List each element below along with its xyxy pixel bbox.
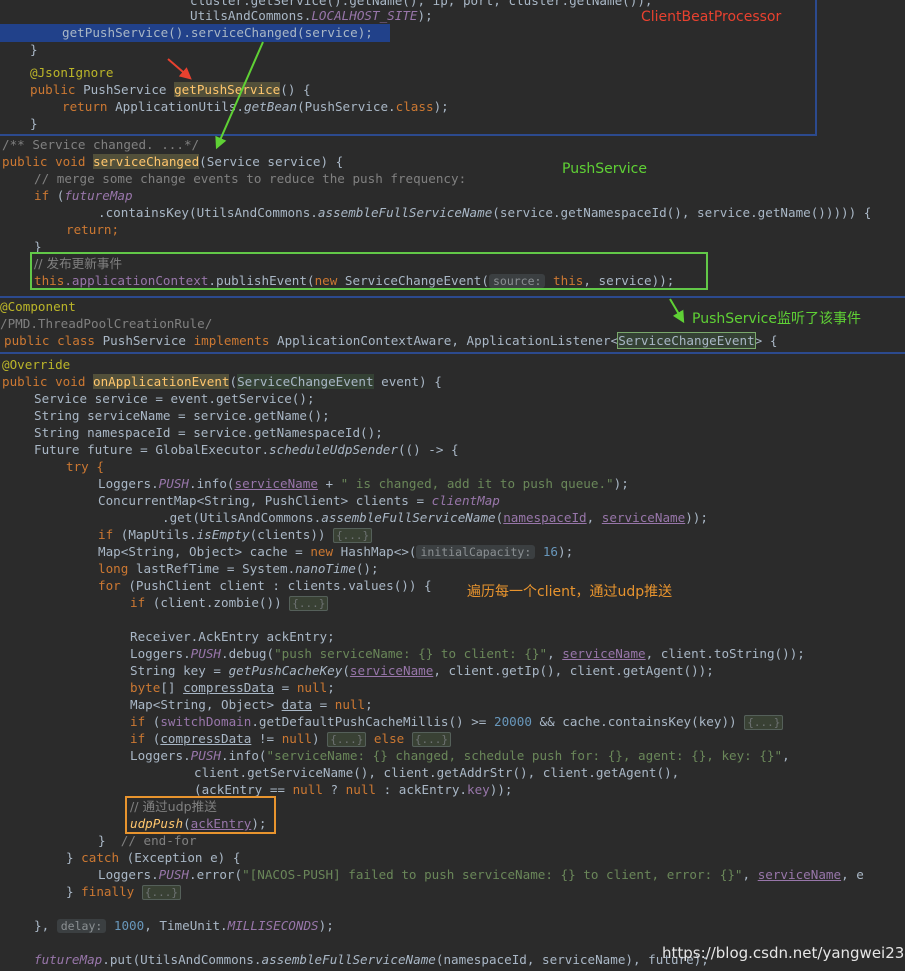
- code-comment: // 通过udp推送: [130, 799, 217, 814]
- push-service-class-panel: @Component /PMD.ThreadPoolCreationRule/ …: [0, 298, 905, 354]
- for-loop-line: for (PushClient client : clients.values(…: [98, 578, 432, 593]
- fold-marker[interactable]: {...}: [289, 596, 329, 611]
- annotation: @Component: [0, 299, 76, 314]
- class-declaration[interactable]: public class PushService implements Appl…: [4, 332, 777, 349]
- method-signature[interactable]: public PushService getPushService() {: [30, 81, 311, 98]
- udp-push-line[interactable]: udpPush(ackEntry);: [130, 815, 267, 832]
- code-line: } catch (Exception e) {: [66, 850, 241, 865]
- code-line: } // end-for: [98, 833, 197, 848]
- code-comment: // merge some change events to reduce th…: [34, 171, 467, 186]
- code-line: client.getServiceName(), client.getAddrS…: [194, 765, 680, 780]
- param-hint: delay:: [56, 919, 107, 933]
- code-line: if (MapUtils.isEmpty(clients)) {...}: [98, 526, 373, 543]
- push-service-changed-panel: /** Service changed. ...*/ public void s…: [0, 136, 905, 298]
- fold-marker[interactable]: {...}: [411, 732, 451, 747]
- code-line: String key = getPushCacheKey(serviceName…: [130, 663, 714, 678]
- code-line: .get(UtilsAndCommons.assembleFullService…: [162, 510, 708, 525]
- param-hint: source:: [488, 274, 546, 288]
- code-line: Loggers.PUSH.error("[NACOS-PUSH] failed …: [98, 867, 864, 882]
- code-line: byte[] compressData = null;: [130, 680, 335, 695]
- fold-marker[interactable]: {...}: [333, 528, 373, 543]
- code-line: if (compressData != null) {...} else {..…: [130, 730, 451, 747]
- code-line: if (client.zombie()) {...}: [130, 594, 329, 611]
- code-line: }: [30, 116, 38, 131]
- fold-marker[interactable]: {...}: [744, 715, 784, 730]
- publish-event-line[interactable]: this.applicationContext.publishEvent(new…: [34, 272, 674, 289]
- code-line: String namespaceId = service.getNamespac…: [34, 425, 383, 440]
- code-line: try {: [66, 459, 104, 474]
- client-beat-processor-panel: cluster.getService().getName(), ip, port…: [0, 0, 817, 136]
- client-beat-processor-label: ClientBeatProcessor: [641, 9, 782, 25]
- code-line: Future future = GlobalExecutor.scheduleU…: [34, 442, 459, 457]
- annotation: @Override: [2, 357, 71, 372]
- code-comment: /PMD.ThreadPoolCreationRule/: [0, 316, 213, 331]
- push-service-listener-label: PushService监听了该事件: [692, 311, 861, 327]
- param-hint: initialCapacity:: [416, 545, 536, 559]
- code-line: if (futureMap: [34, 188, 133, 203]
- code-line: Receiver.AckEntry ackEntry;: [130, 629, 335, 644]
- method-signature[interactable]: public void serviceChanged(Service servi…: [2, 153, 343, 170]
- push-service-label: PushService: [562, 161, 647, 177]
- code-line: return;: [66, 222, 120, 237]
- annotation: @JsonIgnore: [30, 65, 114, 80]
- code-line: futureMap.put(UtilsAndCommons.assembleFu…: [34, 952, 709, 967]
- code-line: Loggers.PUSH.info("serviceName: {} chang…: [130, 748, 790, 763]
- watermark: https://blog.csdn.net/yangwei234: [662, 944, 905, 962]
- fold-marker[interactable]: {...}: [327, 732, 367, 747]
- code-line: }: [30, 42, 38, 57]
- code-line: long lastRefTime = System.nanoTime();: [98, 561, 379, 576]
- on-application-event-panel: @Override public void onApplicationEvent…: [0, 354, 905, 971]
- code-line: .containsKey(UtilsAndCommons.assembleFul…: [98, 205, 872, 220]
- doc-comment: /** Service changed. ...*/: [2, 137, 200, 152]
- code-line: ConcurrentMap<String, PushClient> client…: [98, 493, 500, 508]
- service-change-event-type[interactable]: ServiceChangeEvent: [617, 332, 756, 349]
- push-service-call-line[interactable]: getPushService().serviceChanged(service)…: [62, 24, 373, 41]
- code-line: String serviceName = service.getName();: [34, 408, 330, 423]
- code-line: if (switchDomain.getDefaultPushCacheMill…: [130, 713, 784, 730]
- code-line: Loggers.PUSH.info(serviceName + " is cha…: [98, 476, 629, 491]
- method-signature[interactable]: public void onApplicationEvent(ServiceCh…: [2, 373, 442, 390]
- code-line: return ApplicationUtils.getBean(PushServ…: [62, 99, 449, 114]
- code-line: UtilsAndCommons.LOCALHOST_SITE);: [190, 8, 433, 23]
- code-line: Map<String, Object> data = null;: [130, 697, 373, 712]
- code-comment: // 发布更新事件: [34, 256, 123, 271]
- code-line: Map<String, Object> cache = new HashMap<…: [98, 544, 574, 559]
- udp-push-label: 遍历每一个client，通过udp推送: [467, 584, 673, 600]
- fold-marker[interactable]: {...}: [141, 885, 181, 900]
- code-line: Loggers.PUSH.debug("push serviceName: {}…: [130, 646, 805, 661]
- code-line: } finally {...}: [66, 883, 181, 900]
- code-line: }, delay: 1000, TimeUnit.MILLISECONDS);: [34, 918, 334, 933]
- code-line: Service service = event.getService();: [34, 391, 315, 406]
